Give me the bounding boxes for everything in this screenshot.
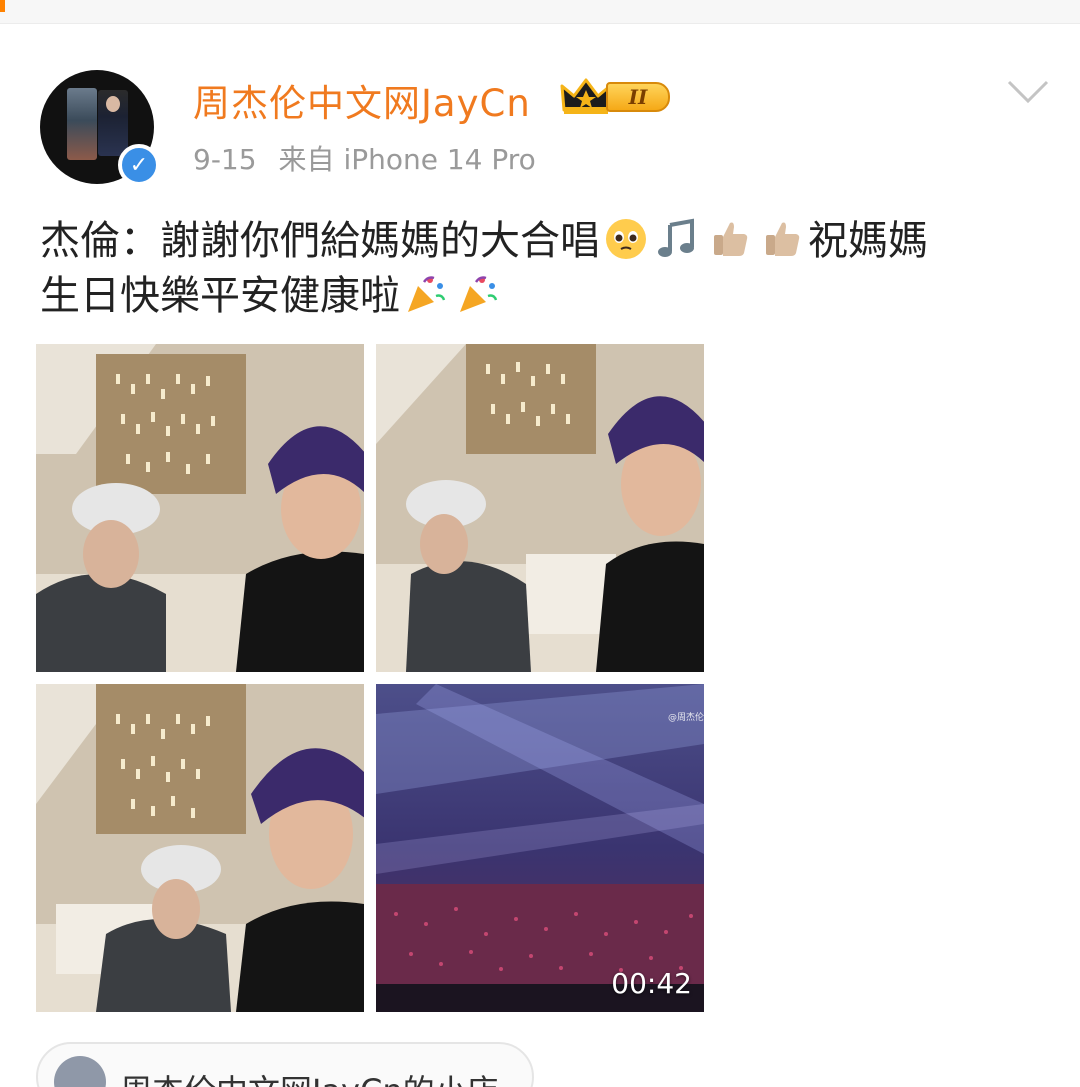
- post-meta: 9-15 来自 iPhone 14 Pro: [193, 138, 558, 178]
- video-concert-image: @周杰伦中: [376, 684, 704, 1012]
- video-concert[interactable]: @周杰伦中 00:42: [376, 684, 704, 1012]
- party-popper-emoji: [460, 276, 498, 312]
- top-divider: [0, 0, 1080, 24]
- post-date: 9-15: [193, 143, 257, 176]
- thumbs-up-emoji: [766, 222, 800, 256]
- shop-icon: [54, 1056, 106, 1087]
- avatar-face: [106, 96, 120, 112]
- shop-label: 周杰伦中文网JayCn的小店: [120, 1066, 499, 1087]
- thumbs-up-emoji: [714, 222, 748, 256]
- level-label: II: [606, 82, 670, 112]
- video-watermark: @周杰伦中: [668, 711, 704, 723]
- post-text: 杰倫：謝謝你們給媽媽的大合唱 祝媽媽 生日快樂平安健康啦: [40, 214, 1040, 324]
- photo-selfie-2-image: [376, 344, 704, 672]
- post-text-line1: 杰倫：謝謝你們給媽媽的大合唱: [40, 218, 600, 264]
- verified-icon: ✓: [118, 144, 160, 186]
- member-level-badge[interactable]: II: [560, 76, 674, 116]
- music-note-emoji: [658, 218, 694, 257]
- avatar-art-left: [67, 88, 97, 160]
- pleading-face-emoji: [606, 219, 646, 259]
- post-text-line1-tail: 祝媽媽: [808, 218, 928, 264]
- chevron-down-icon[interactable]: [1006, 78, 1050, 106]
- photo-selfie-3[interactable]: [36, 684, 364, 1012]
- photo-selfie-3-image: [36, 684, 364, 1012]
- photo-selfie-1-image: [36, 344, 364, 672]
- photo-selfie-1[interactable]: [36, 344, 364, 672]
- shop-link[interactable]: 周杰伦中文网JayCn的小店: [36, 1042, 534, 1087]
- crown-icon: [560, 78, 612, 114]
- photo-selfie-2[interactable]: [376, 344, 704, 672]
- top-accent: [0, 0, 5, 12]
- post-text-line2: 生日快樂平安健康啦: [40, 273, 400, 319]
- video-duration: 00:42: [611, 967, 692, 1000]
- post-source: 来自 iPhone 14 Pro: [278, 143, 536, 176]
- author-name[interactable]: 周杰伦中文网JayCn: [193, 73, 531, 127]
- party-popper-emoji: [408, 276, 446, 312]
